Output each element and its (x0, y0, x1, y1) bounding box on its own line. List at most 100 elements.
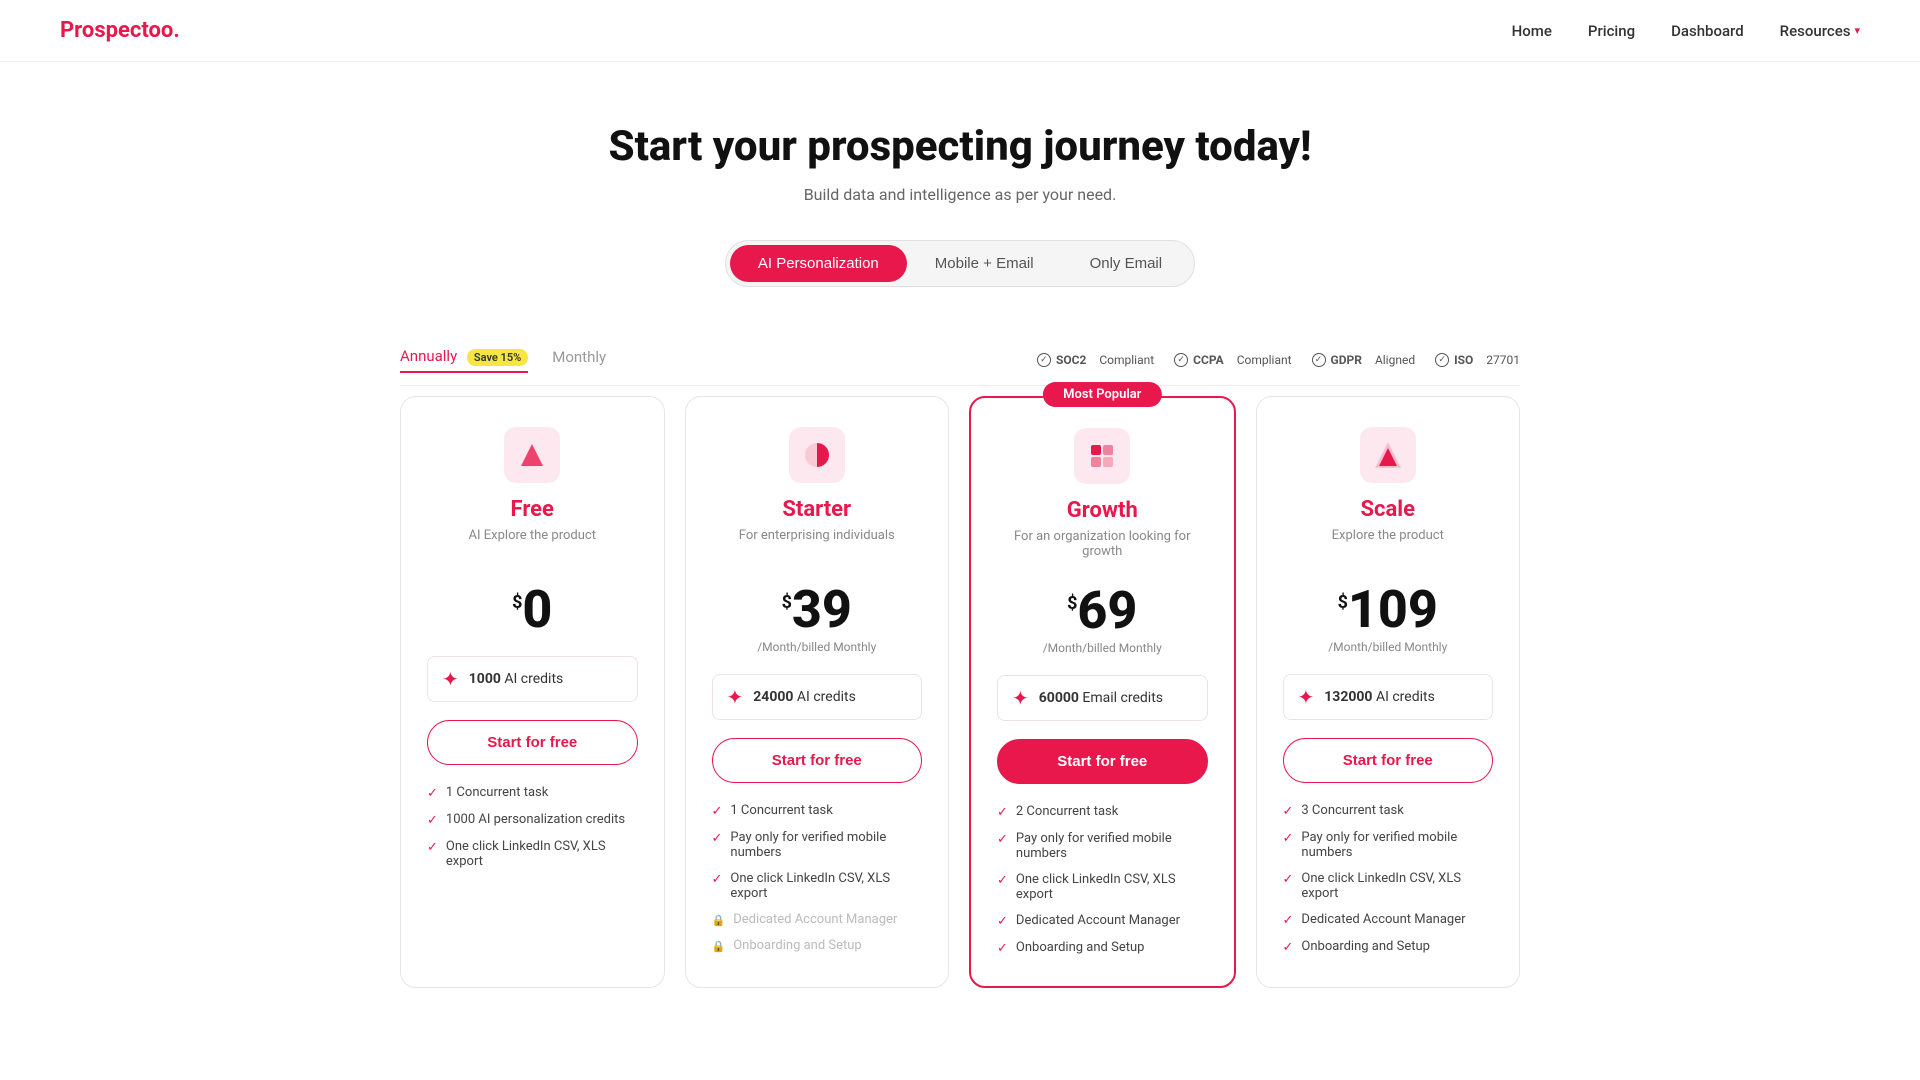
plan-desc-growth: For an organization looking for growth (997, 529, 1208, 565)
feature-item: ✓ Dedicated Account Manager (997, 913, 1208, 929)
plan-desc-starter: For enterprising individuals (712, 528, 923, 564)
nav-home[interactable]: Home (1512, 22, 1552, 40)
price-dollar-free: $ (512, 592, 522, 613)
plan-icon-scale (1360, 427, 1416, 483)
navigation: Prospectoo. Home Pricing Dashboard Resou… (0, 0, 1920, 62)
feature-item: 🔒 Onboarding and Setup (712, 938, 923, 953)
price-row-growth: $ 69 (997, 585, 1208, 637)
feature-item: ✓ One click LinkedIn CSV, XLS export (427, 839, 638, 869)
feature-item: ✓ Onboarding and Setup (997, 940, 1208, 956)
check-icon: ✓ (427, 786, 438, 801)
price-amount-free: 0 (522, 584, 552, 636)
billing-monthly[interactable]: Monthly (552, 348, 606, 372)
price-amount-growth: 69 (1077, 585, 1137, 637)
price-amount-scale: 109 (1348, 584, 1438, 636)
check-icon: ✓ (1283, 940, 1294, 955)
pricing-card-growth: Most Popular Growth For an organization … (969, 396, 1236, 988)
compliance-ccpa: ✓ CCPA Compliant (1174, 353, 1291, 367)
feature-list-growth: ✓ 2 Concurrent task ✓ Pay only for verif… (997, 804, 1208, 956)
credits-text-free: 1000 AI credits (469, 671, 564, 687)
check-icon: ✓ (427, 840, 438, 855)
billing-toggle: Annually Save 15% Monthly (400, 347, 606, 373)
save-badge: Save 15% (467, 349, 528, 366)
feature-item: ✓ Pay only for verified mobile numbers (712, 830, 923, 860)
feature-item: ✓ Pay only for verified mobile numbers (997, 831, 1208, 861)
cta-button-free[interactable]: Start for free (427, 720, 638, 765)
check-icon: ✓ (997, 832, 1008, 847)
feature-item: ✓ Onboarding and Setup (1283, 939, 1494, 955)
compliance-soc2: ✓ SOC2 Compliant (1037, 353, 1154, 367)
check-icon: ✓ (1283, 913, 1294, 928)
hero-section: Start your prospecting journey today! Bu… (0, 62, 1920, 317)
credits-text-starter: 24000 AI credits (753, 689, 856, 705)
feature-item: 🔒 Dedicated Account Manager (712, 912, 923, 927)
feature-item: ✓ Dedicated Account Manager (1283, 912, 1494, 928)
compliance-gdpr: ✓ GDPR Aligned (1312, 353, 1416, 367)
credits-row-starter: ✦ 24000 AI credits (712, 674, 923, 720)
popular-badge: Most Popular (1043, 382, 1161, 407)
feature-item: ✓ 1 Concurrent task (427, 785, 638, 801)
credits-row-growth: ✦ 60000 Email credits (997, 675, 1208, 721)
plan-name-free: Free (427, 497, 638, 522)
feature-item: ✓ One click LinkedIn CSV, XLS export (712, 871, 923, 901)
price-period-scale: /Month/billed Monthly (1283, 640, 1494, 654)
feature-item: ✓ One click LinkedIn CSV, XLS export (1283, 871, 1494, 901)
lock-icon: 🔒 (712, 914, 726, 927)
nav-resources-label: Resources (1780, 22, 1851, 40)
cta-button-growth[interactable]: Start for free (997, 739, 1208, 784)
nav-links: Home Pricing Dashboard Resources ▾ (1512, 22, 1860, 40)
hero-subtitle: Build data and intelligence as per your … (20, 185, 1900, 204)
price-period-starter: /Month/billed Monthly (712, 640, 923, 654)
feature-list-starter: ✓ 1 Concurrent task ✓ Pay only for verif… (712, 803, 923, 953)
cta-button-scale[interactable]: Start for free (1283, 738, 1494, 783)
tab-ai-personalization[interactable]: AI Personalization (730, 245, 907, 282)
plan-icon-free (504, 427, 560, 483)
tab-mobile-email[interactable]: Mobile + Email (907, 245, 1062, 282)
plan-name-scale: Scale (1283, 497, 1494, 522)
price-dollar-starter: $ (782, 592, 792, 613)
nav-pricing[interactable]: Pricing (1588, 22, 1635, 40)
gdpr-icon: ✓ (1312, 353, 1326, 367)
logo-text: Prospectoo (60, 18, 173, 43)
annually-label: Annually (400, 347, 457, 365)
tab-only-email[interactable]: Only Email (1062, 245, 1191, 282)
monthly-label: Monthly (552, 348, 606, 366)
price-row-free: $ 0 (427, 584, 638, 636)
hero-title: Start your prospecting journey today! (20, 122, 1900, 171)
check-icon: ✓ (997, 941, 1008, 956)
plan-desc-scale: Explore the product (1283, 528, 1494, 564)
credits-row-free: ✦ 1000 AI credits (427, 656, 638, 702)
feature-item: ✓ 3 Concurrent task (1283, 803, 1494, 819)
plan-desc-free: AI Explore the product (427, 528, 638, 564)
nav-dashboard[interactable]: Dashboard (1671, 22, 1744, 40)
star-icon-growth: ✦ (1012, 686, 1029, 710)
nav-resources[interactable]: Resources ▾ (1780, 22, 1860, 40)
logo-dot: . (173, 18, 179, 43)
star-icon-starter: ✦ (727, 685, 744, 709)
pricing-card-starter: Starter For enterprising individuals $ 3… (685, 396, 950, 988)
billing-section: Annually Save 15% Monthly ✓ SOC2 Complia… (360, 317, 1560, 396)
price-period-growth: /Month/billed Monthly (997, 641, 1208, 655)
price-row-starter: $ 39 (712, 584, 923, 636)
pricing-card-free: Free AI Explore the product $ 0 ✦ 1000 A… (400, 396, 665, 988)
credits-text-scale: 132000 AI credits (1324, 689, 1435, 705)
plan-icon-growth (1074, 428, 1130, 484)
price-dollar-scale: $ (1338, 592, 1348, 613)
compliance-iso: ✓ ISO 27701 (1435, 353, 1520, 367)
pricing-cards: Free AI Explore the product $ 0 ✦ 1000 A… (360, 396, 1560, 1048)
check-icon: ✓ (997, 873, 1008, 888)
price-amount-starter: 39 (792, 584, 852, 636)
price-dollar-growth: $ (1067, 593, 1077, 614)
plan-icon-starter (789, 427, 845, 483)
plan-name-starter: Starter (712, 497, 923, 522)
product-tab-group: AI Personalization Mobile + Email Only E… (725, 240, 1195, 287)
feature-item: ✓ 1000 AI personalization credits (427, 812, 638, 828)
check-icon: ✓ (712, 804, 723, 819)
feature-item: ✓ 1 Concurrent task (712, 803, 923, 819)
logo: Prospectoo. (60, 18, 180, 43)
cta-button-starter[interactable]: Start for free (712, 738, 923, 783)
feature-item: ✓ Pay only for verified mobile numbers (1283, 830, 1494, 860)
billing-annually[interactable]: Annually Save 15% (400, 347, 528, 373)
price-row-scale: $ 109 (1283, 584, 1494, 636)
check-icon: ✓ (712, 872, 723, 887)
